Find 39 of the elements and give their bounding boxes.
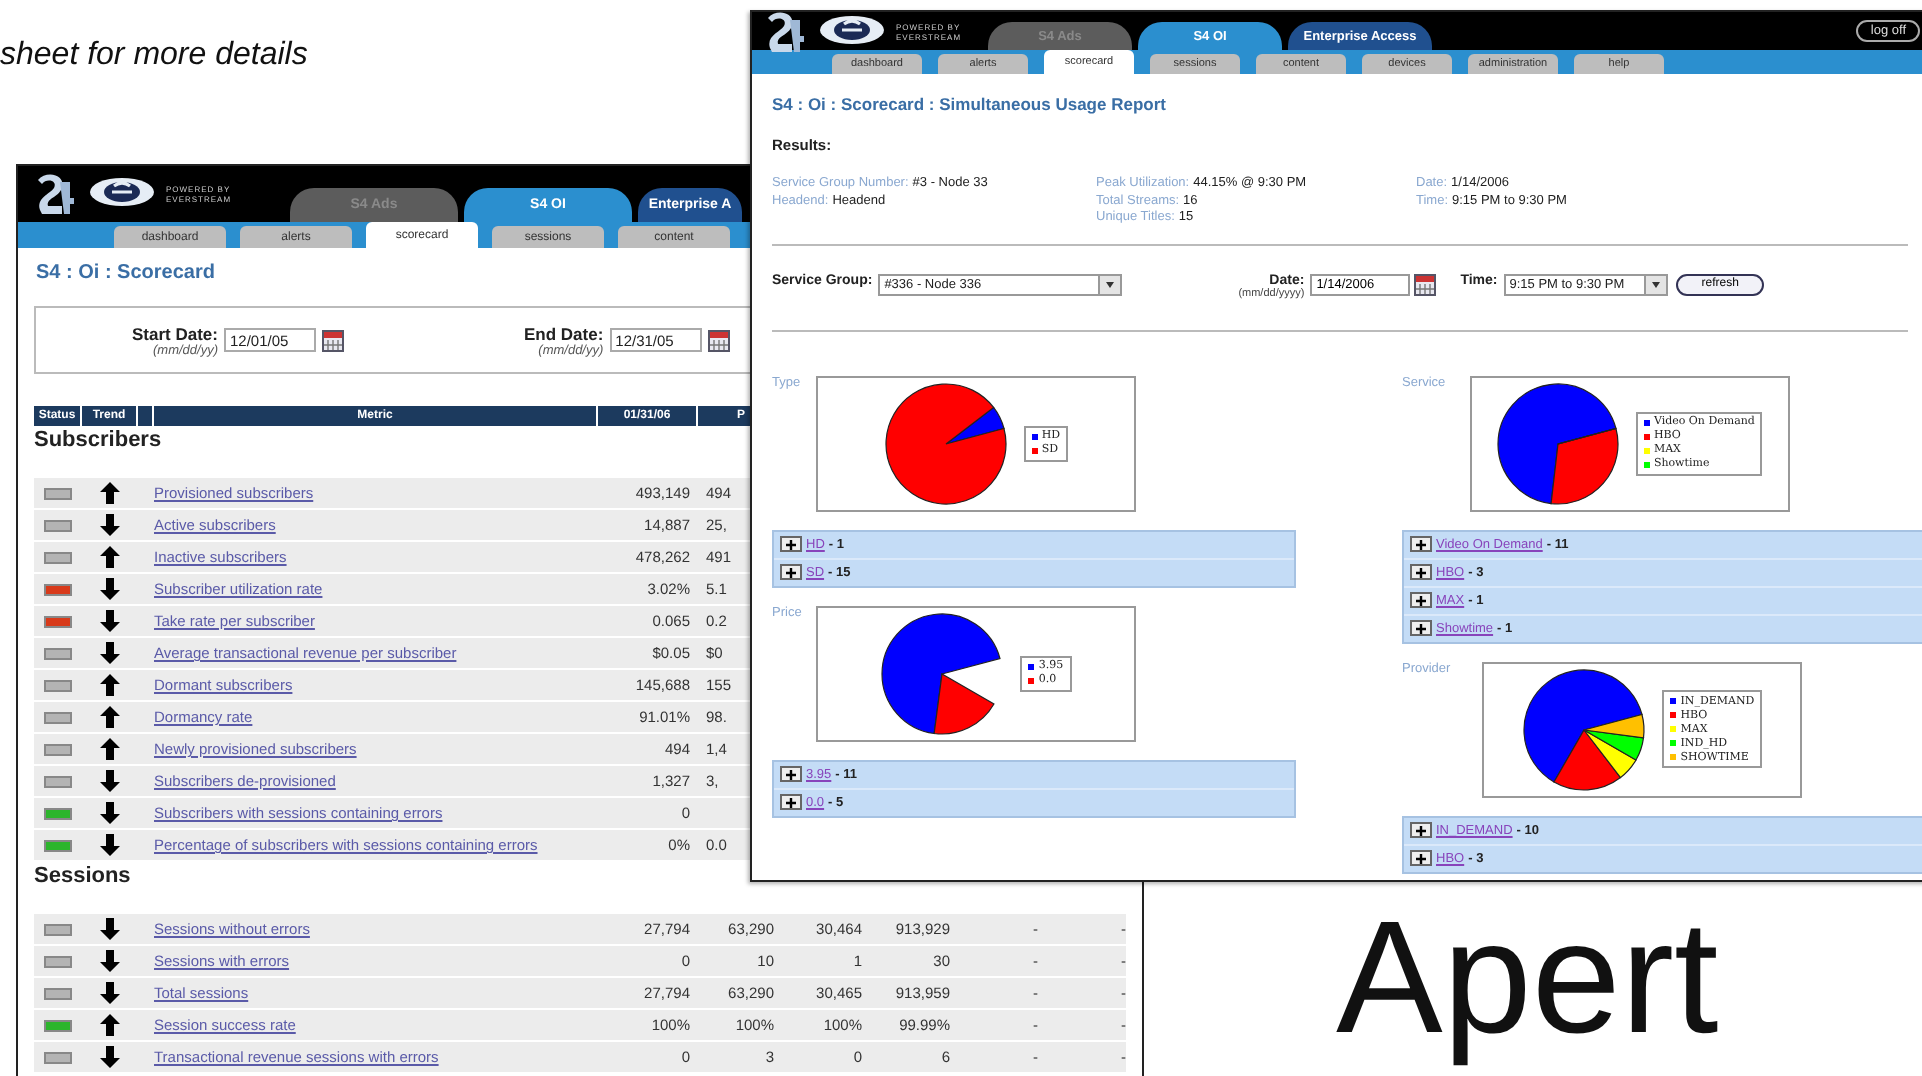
expand-button[interactable]: [1410, 592, 1432, 608]
slide-caption: sheet for more details: [0, 38, 308, 74]
pie-chart-drawing: [880, 611, 1005, 735]
plus-icon: [786, 567, 796, 577]
caret-icon: [1643, 275, 1666, 293]
plus-icon: [786, 539, 796, 549]
plus-icon: [1416, 595, 1426, 605]
calendar-icon[interactable]: [1414, 273, 1437, 295]
plus-icon: [1416, 623, 1426, 633]
plus-icon: [1416, 567, 1426, 577]
logo-drawing: [34, 170, 158, 218]
section-heading: Subscribers: [34, 426, 162, 454]
plus-icon: [786, 797, 796, 807]
date-label: Start Date:: [132, 323, 218, 343]
plus-icon: [786, 769, 796, 779]
plus-icon: [1416, 825, 1426, 835]
plus-icon: [1416, 853, 1426, 863]
expand-button[interactable]: [780, 794, 802, 810]
expand-button[interactable]: [1410, 850, 1432, 866]
caret-icon: [1098, 275, 1121, 293]
pie-chart-drawing: [1522, 667, 1647, 791]
header-separator: [138, 406, 154, 426]
expand-button[interactable]: [1410, 822, 1432, 838]
date-label: End Date:: [523, 323, 604, 343]
logo-drawing: [764, 12, 888, 55]
expand-button[interactable]: [780, 564, 802, 580]
calendar-icon[interactable]: [707, 329, 730, 351]
pie-chart-drawing: [883, 381, 1008, 505]
section-heading: Sessions: [34, 862, 131, 890]
page-title: S4 : Oi : Scorecard : Simultaneous Usage Report: [772, 94, 1166, 114]
plus-icon: [1416, 539, 1426, 549]
expand-button[interactable]: [1410, 536, 1432, 552]
page-title: S4 : Oi : Scorecard: [36, 260, 215, 288]
pie-chart-drawing: [1495, 381, 1620, 505]
expand-button[interactable]: [1410, 620, 1432, 636]
expand-button[interactable]: [1410, 564, 1432, 580]
expand-button[interactable]: [780, 536, 802, 552]
expand-button[interactable]: [780, 766, 802, 782]
calendar-icon[interactable]: [321, 329, 344, 351]
